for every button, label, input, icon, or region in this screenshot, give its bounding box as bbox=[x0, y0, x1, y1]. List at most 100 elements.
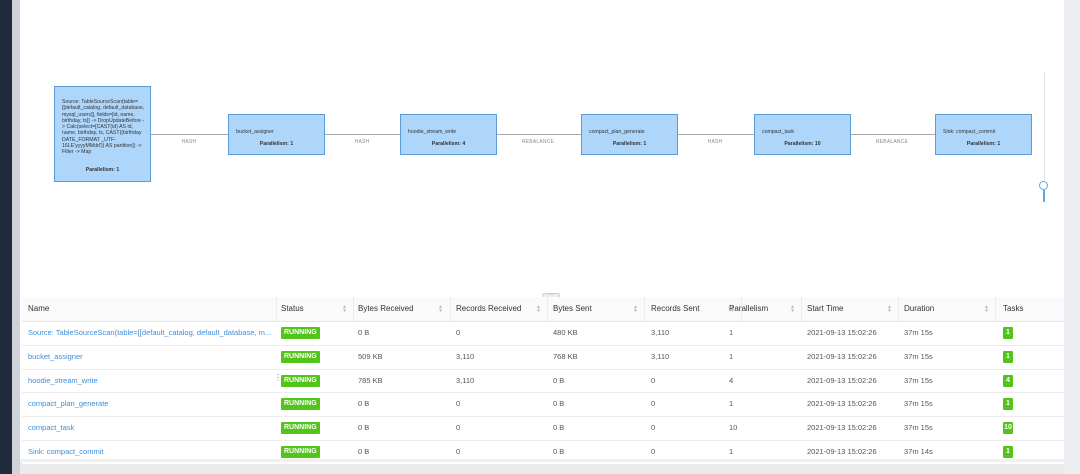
node-title: compact_plan_generate bbox=[589, 129, 645, 135]
status-cell: RUNNING bbox=[281, 370, 320, 393]
node-parallelism: Parallelism: 1 bbox=[966, 141, 1001, 147]
records-sent-cell: 3,110 bbox=[651, 328, 670, 337]
node-title: bucket_assigner bbox=[236, 129, 274, 135]
table-row[interactable]: bucket_assigner RUNNING 509 KB 3,110 768… bbox=[22, 345, 1064, 370]
column-header-name[interactable]: Name bbox=[28, 297, 49, 321]
records-sent-cell: 0 bbox=[651, 423, 656, 433]
edge-line bbox=[496, 134, 581, 135]
sort-icon[interactable]: ▲ ▼ bbox=[342, 305, 347, 314]
records-received-cell: 3,110 bbox=[456, 375, 475, 385]
table-row[interactable]: Source: TableSourceScan(table=[[default_… bbox=[22, 322, 1064, 346]
sort-icon[interactable]: ▲ ▼ bbox=[438, 305, 443, 314]
sort-icon[interactable]: ▲ ▼ bbox=[633, 305, 638, 314]
duration-cell: 37m 15s bbox=[904, 399, 933, 409]
records-sent-cell: 0 bbox=[651, 375, 656, 385]
vertex-name-link[interactable]: hoodie_stream_write bbox=[28, 370, 268, 393]
column-header-parallelism[interactable]: Parallelism bbox=[729, 297, 768, 321]
node-title: compact_task bbox=[762, 129, 795, 135]
window-right-edge bbox=[1064, 0, 1080, 474]
edge-label: HASH bbox=[707, 139, 723, 145]
start-time-cell: 2021-09-13 15:02:26 bbox=[807, 423, 877, 433]
column-separator bbox=[898, 297, 899, 321]
node-parallelism: Parallelism: 4 bbox=[431, 141, 466, 147]
records-received-cell: 0 bbox=[456, 423, 461, 433]
column-separator bbox=[353, 297, 354, 321]
task-count-badge[interactable]: 4 bbox=[1003, 374, 1013, 387]
status-badge: RUNNING bbox=[281, 446, 320, 458]
node-title: Sink: compact_commit bbox=[943, 129, 996, 135]
column-separator bbox=[801, 297, 802, 321]
graph-node-compact-task[interactable]: compact_task Parallelism: 10 bbox=[754, 114, 851, 155]
node-parallelism: Parallelism: 1 bbox=[85, 167, 120, 173]
status-badge: RUNNING bbox=[281, 422, 320, 435]
status-badge: RUNNING bbox=[281, 374, 320, 387]
tasks-cell: 4 bbox=[1003, 370, 1013, 393]
status-badge: RUNNING bbox=[281, 327, 320, 340]
status-cell: RUNNING bbox=[281, 417, 320, 440]
column-separator bbox=[995, 297, 996, 321]
horizontal-scrollbar[interactable] bbox=[20, 459, 1064, 462]
column-header-tasks[interactable]: Tasks bbox=[1003, 297, 1023, 321]
job-overview-panel: HASH HASH REBALANCE HASH REBALANCE Sourc… bbox=[20, 0, 1064, 465]
sort-icon[interactable]: ▲ ▼ bbox=[887, 305, 892, 314]
zoom-slider-handle[interactable] bbox=[1039, 181, 1048, 190]
sort-icon[interactable]: ▲ ▼ bbox=[536, 305, 541, 314]
task-count-badge[interactable]: 10 bbox=[1003, 422, 1013, 435]
duration-cell: 37m 15s bbox=[904, 328, 933, 337]
status-cell: RUNNING bbox=[281, 393, 320, 416]
bytes-sent-cell: 0 B bbox=[553, 399, 565, 409]
job-graph[interactable]: HASH HASH REBALANCE HASH REBALANCE Sourc… bbox=[20, 0, 1064, 295]
column-separator bbox=[450, 297, 451, 321]
tasks-cell: 1 bbox=[1003, 322, 1013, 345]
graph-node-sink[interactable]: Sink: compact_commit Parallelism: 1 bbox=[935, 114, 1032, 155]
node-title: Source: TableSourceScan(table=[[default_… bbox=[62, 99, 145, 156]
graph-node-hoodie-stream-write[interactable]: hoodie_stream_write Parallelism: 4 bbox=[400, 114, 497, 155]
node-parallelism: Parallelism: 10 bbox=[784, 141, 821, 147]
vertices-table: Name Status ▲ ▼ Bytes Received ▲ ▼ Records… bbox=[22, 297, 1064, 465]
node-title: hoodie_stream_write bbox=[408, 129, 457, 135]
vertex-name-link[interactable]: Source: TableSourceScan(table=[[default_… bbox=[28, 322, 274, 345]
column-header-records-sent[interactable]: Records Sent bbox=[651, 297, 699, 321]
sort-icon[interactable]: ▲ ▼ bbox=[790, 305, 795, 314]
column-header-records-received[interactable]: Records Received bbox=[456, 297, 521, 321]
edge-label: REBALANCE bbox=[521, 139, 555, 145]
table-row[interactable]: hoodie_stream_write ⋮ RUNNING 785 KB 3,1… bbox=[22, 369, 1064, 394]
column-header-start-time[interactable]: Start Time bbox=[807, 297, 843, 321]
vertex-name-link[interactable]: compact_task bbox=[28, 417, 274, 440]
zoom-slider-track[interactable] bbox=[1044, 72, 1045, 182]
bytes-sent-cell: 0 B bbox=[553, 423, 565, 433]
tasks-cell: 10 bbox=[1003, 417, 1013, 440]
graph-node-compact-plan-generate[interactable]: compact_plan_generate Parallelism: 1 bbox=[581, 114, 678, 155]
column-header-bytes-received[interactable]: Bytes Received bbox=[358, 297, 414, 321]
window-left-border bbox=[12, 0, 20, 474]
edge-line bbox=[324, 134, 401, 135]
graph-node-source[interactable]: Source: TableSourceScan(table=[[default_… bbox=[54, 86, 151, 182]
bytes-sent-cell: 768 KB bbox=[553, 351, 578, 361]
bytes-received-cell: 509 KB bbox=[358, 351, 383, 361]
task-count-badge[interactable]: 1 bbox=[1003, 398, 1013, 411]
column-header-bytes-sent[interactable]: Bytes Sent bbox=[553, 297, 592, 321]
zoom-slider-stem bbox=[1043, 190, 1045, 202]
duration-cell: 37m 15s bbox=[904, 423, 933, 433]
sort-icon[interactable]: ▲ ▼ bbox=[984, 305, 989, 314]
start-time-cell: 2021-09-13 15:02:26 bbox=[807, 328, 877, 337]
table-header: Name Status ▲ ▼ Bytes Received ▲ ▼ Records… bbox=[22, 297, 1064, 322]
column-header-status[interactable]: Status bbox=[281, 297, 304, 321]
table-row[interactable]: compact_plan_generate RUNNING 0 B 0 0 B … bbox=[22, 393, 1064, 418]
task-count-badge[interactable]: 1 bbox=[1003, 446, 1013, 458]
task-count-badge[interactable]: 1 bbox=[1003, 350, 1013, 363]
edge-line bbox=[677, 134, 754, 135]
vertex-name-link[interactable]: bucket_assigner bbox=[28, 346, 274, 369]
table-row[interactable]: compact_task RUNNING 0 B 0 0 B 0 10 2021… bbox=[22, 417, 1064, 441]
task-count-badge[interactable]: 1 bbox=[1003, 327, 1013, 340]
edge-label: REBALANCE bbox=[875, 139, 909, 145]
bytes-received-cell: 785 KB bbox=[358, 375, 383, 385]
column-header-duration[interactable]: Duration bbox=[904, 297, 934, 321]
parallelism-cell: 1 bbox=[729, 328, 734, 337]
graph-node-bucket-assigner[interactable]: bucket_assigner Parallelism: 1 bbox=[228, 114, 325, 155]
records-received-cell: 3,110 bbox=[456, 351, 475, 361]
start-time-cell: 2021-09-13 15:02:26 bbox=[807, 399, 877, 409]
tasks-cell: 1 bbox=[1003, 346, 1013, 369]
node-parallelism: Parallelism: 1 bbox=[259, 141, 294, 147]
vertex-name-link[interactable]: compact_plan_generate bbox=[28, 393, 274, 416]
